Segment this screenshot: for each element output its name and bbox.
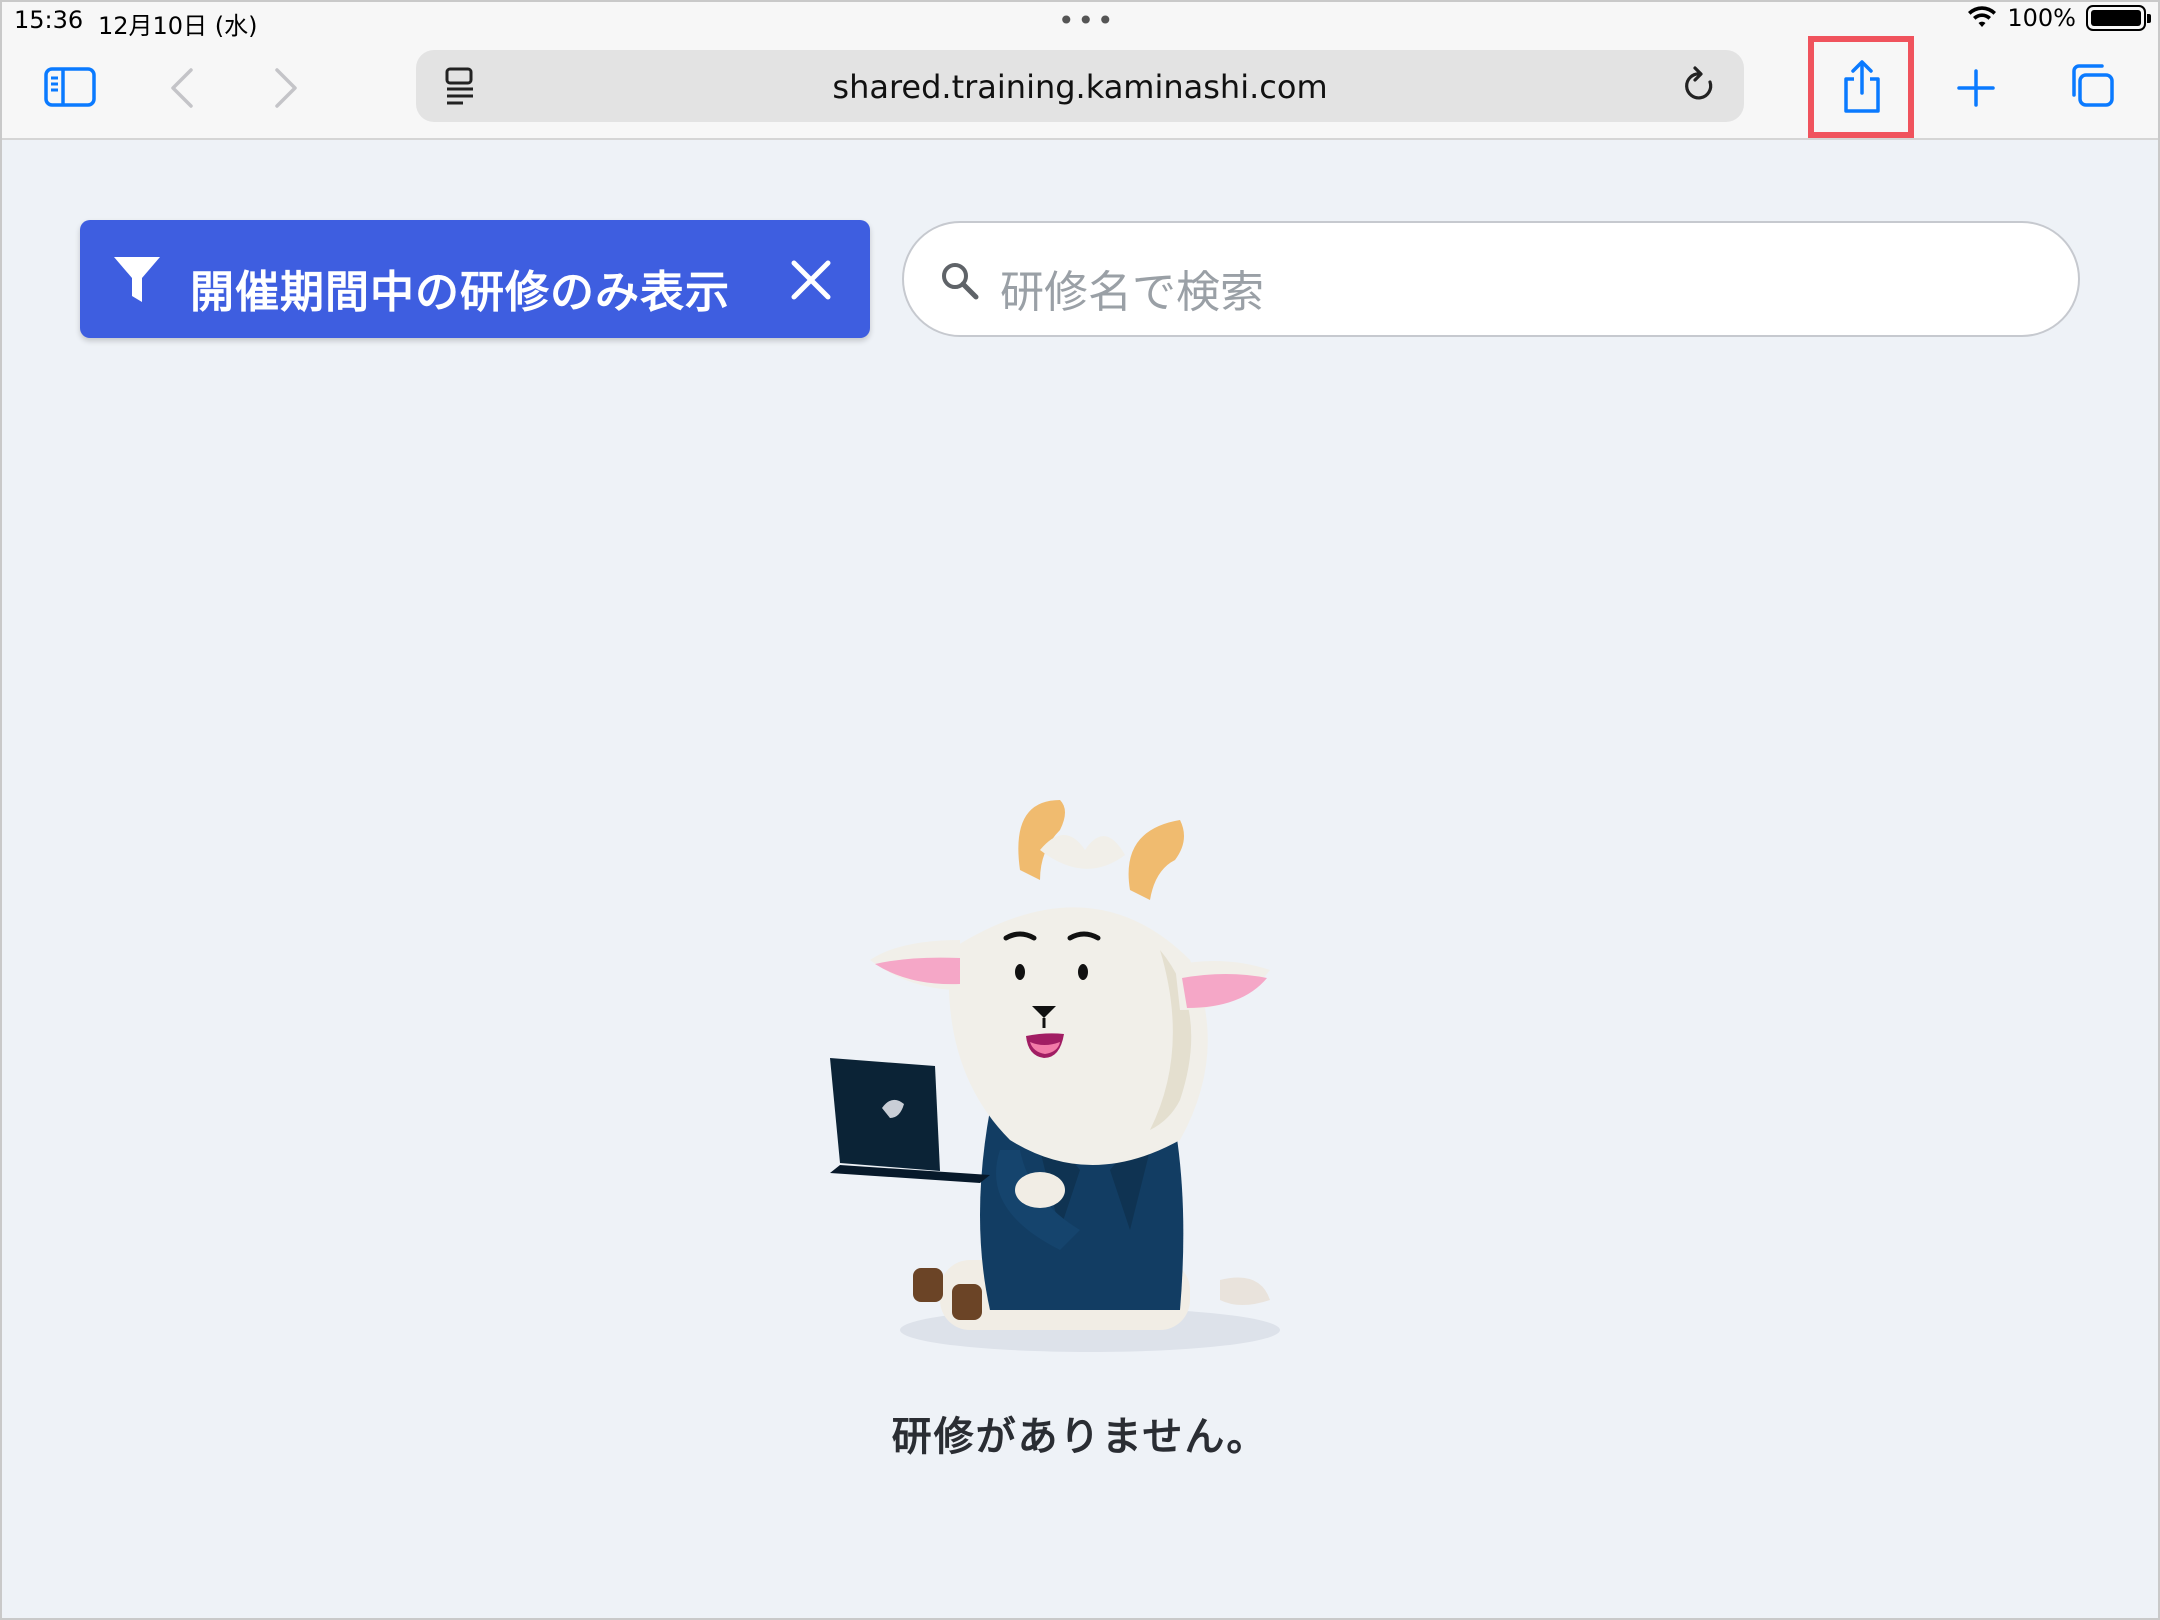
status-bar: 15:36 12月10日 (水) ••• 100% <box>0 0 2160 40</box>
filter-chip-label: 開催期間中の研修のみ表示 <box>190 267 730 318</box>
status-right: 100% <box>1967 4 2151 32</box>
goat-mascot-illustration <box>830 800 1280 1352</box>
search-icon <box>942 263 979 300</box>
url-text[interactable]: shared.training.kaminashi.com <box>416 68 1744 106</box>
share-button-highlight <box>1808 36 1914 138</box>
battery-icon <box>2086 5 2151 31</box>
chevron-left-icon <box>171 68 193 108</box>
close-icon <box>791 260 831 300</box>
reload-button[interactable] <box>1678 64 1722 108</box>
status-time: 15:36 <box>14 6 84 34</box>
back-button[interactable] <box>160 60 204 116</box>
forward-button[interactable] <box>264 60 308 116</box>
active-period-filter-chip[interactable]: 開催期間中の研修のみ表示 <box>80 220 870 338</box>
sidebar-icon <box>44 67 96 107</box>
search-placeholder: 研修名で検索 <box>1000 267 1264 318</box>
battery-percent: 100% <box>2007 4 2076 32</box>
chevron-right-icon <box>275 68 297 108</box>
plus-icon <box>1957 69 1995 107</box>
tabs-button[interactable] <box>2064 58 2120 114</box>
training-search-input[interactable]: 研修名で検索 <box>902 221 2080 337</box>
reload-icon <box>1685 66 1713 100</box>
status-date: 12月10日 (水) <box>98 12 258 40</box>
multitasking-dots[interactable]: ••• <box>1058 4 1117 37</box>
address-bar[interactable]: shared.training.kaminashi.com <box>416 50 1744 122</box>
empty-state-message: 研修がありません。 <box>891 1414 1269 1460</box>
clear-filter-button[interactable] <box>786 255 836 305</box>
new-tab-button[interactable] <box>1950 62 2002 114</box>
tabs-icon <box>2072 64 2114 107</box>
sidebar-button[interactable] <box>40 62 100 112</box>
wifi-icon <box>1968 6 1997 27</box>
filter-icon <box>114 257 160 302</box>
